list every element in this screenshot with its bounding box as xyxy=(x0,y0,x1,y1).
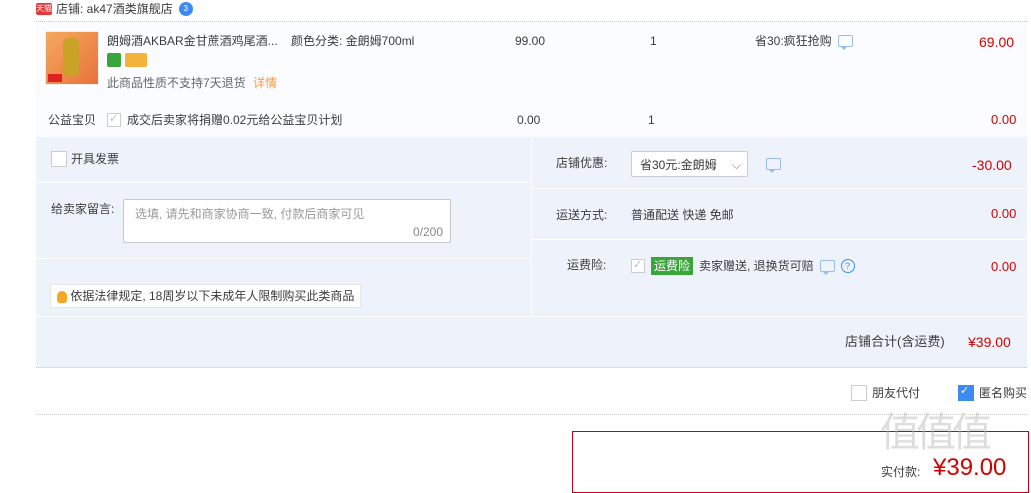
chat-icon[interactable] xyxy=(766,158,781,173)
product-price: 99.00 xyxy=(515,34,546,48)
insurance-option: 运费险 卖家赠送, 退换货可赔 ? xyxy=(631,257,855,275)
shop-total-label: 店铺合计(含运费) xyxy=(845,334,945,349)
insurance-tag: 运费险 xyxy=(651,257,694,275)
invoice-checkbox[interactable] xyxy=(51,151,67,167)
card-icon[interactable] xyxy=(125,53,147,67)
welfare-text: 成交后卖家将捐赠0.02元给公益宝贝计划 xyxy=(127,113,343,127)
promo-text: 省30:疯狂抢购 xyxy=(755,34,832,48)
insurance-checkbox xyxy=(631,257,645,273)
no-return-notice: 此商品性质不支持7天退货 详情 xyxy=(107,75,277,91)
shipping-amount: 0.00 xyxy=(991,206,1017,221)
shop-discount-select[interactable]: 省30元:金朗姆 ⌵ xyxy=(631,151,748,177)
tmall-badge: 天猫 xyxy=(36,3,52,15)
chevron-down-icon: ⌵ xyxy=(731,158,741,172)
message-label: 给卖家留言: xyxy=(51,202,115,216)
shop-discount-label: 店铺优惠: xyxy=(556,156,608,170)
divider xyxy=(36,258,531,259)
lightbulb-icon xyxy=(57,290,67,303)
product-qty: 1 xyxy=(650,34,657,48)
insurance-amount: 0.00 xyxy=(991,259,1017,274)
shop-total-amount: ¥39.00 xyxy=(968,334,1011,350)
product-promo: 省30:疯狂抢购 xyxy=(755,33,853,50)
divider xyxy=(532,239,1027,240)
pay-label: 实付款: xyxy=(881,465,921,479)
guarantee-icon[interactable] xyxy=(107,53,121,67)
pay-amount: ¥39.00 xyxy=(933,454,1007,481)
product-title[interactable]: 朗姆酒AKBAR金甘蔗酒鸡尾酒... xyxy=(107,33,282,49)
seller-message-input[interactable]: 选填, 请先和商家协商一致, 付款后商家可见 0/200 xyxy=(123,199,451,243)
product-sku: 颜色分类: 金朗姆700ml xyxy=(291,34,415,48)
help-icon[interactable]: ? xyxy=(840,259,855,273)
welfare-qty: 1 xyxy=(648,113,655,127)
anonymous-checkbox[interactable] xyxy=(958,383,974,401)
shop-name[interactable]: 店铺: ak47酒类旗舰店 xyxy=(56,1,173,17)
invoice-label[interactable]: 开具发票 xyxy=(71,151,119,167)
chat-icon[interactable] xyxy=(837,35,853,50)
separator xyxy=(36,414,1027,416)
shipping-label: 运送方式: xyxy=(556,208,608,222)
product-service-icons xyxy=(107,53,147,67)
divider xyxy=(36,182,531,183)
divider xyxy=(532,188,1027,189)
friend-pay-option[interactable]: 朋友代付 xyxy=(851,385,920,401)
welfare-subtotal: 0.00 xyxy=(991,112,1017,127)
shop-badge-dot[interactable]: 3 xyxy=(178,2,193,16)
divider xyxy=(36,316,1027,317)
product-subtotal: 69.00 xyxy=(979,34,1015,50)
chat-icon[interactable] xyxy=(819,260,835,275)
legal-notice: 依据法律规定, 18周岁以下未成年人限制购买此类商品 xyxy=(50,284,362,308)
welfare-label: 公益宝贝 xyxy=(48,113,97,127)
detail-link[interactable]: 详情 xyxy=(253,76,277,90)
welfare-price: 0.00 xyxy=(517,113,541,127)
legal-notice-text: 依据法律规定, 18周岁以下未成年人限制购买此类商品 xyxy=(70,289,355,303)
bottle-icon xyxy=(63,38,79,76)
no-return-text: 此商品性质不支持7天退货 xyxy=(107,76,246,90)
anonymous-label[interactable]: 匿名购买 xyxy=(979,385,1027,401)
invoice-option[interactable]: 开具发票 xyxy=(51,151,119,167)
message-placeholder: 选填, 请先和商家协商一致, 付款后商家可见 xyxy=(135,207,365,221)
shipping-value: 普通配送 快递 免邮 xyxy=(631,208,734,222)
welfare-option: 成交后卖家将捐赠0.02元给公益宝贝计划 xyxy=(107,111,343,128)
friend-pay-checkbox[interactable] xyxy=(851,385,867,401)
anonymous-option[interactable]: 匿名购买 xyxy=(958,383,1027,401)
friend-pay-label[interactable]: 朋友代付 xyxy=(872,385,920,401)
price-tag-icon xyxy=(48,74,62,82)
shop-discount-amount: -30.00 xyxy=(972,157,1012,173)
product-image[interactable] xyxy=(45,31,99,85)
shop-header: 天猫 店铺: ak47酒类旗舰店 3 xyxy=(36,0,193,18)
watermark-logo: 值值值 xyxy=(880,411,992,455)
insurance-label: 运费险: xyxy=(567,258,607,272)
message-counter: 0/200 xyxy=(412,225,443,239)
column-divider xyxy=(531,137,532,317)
shop-discount-selected: 省30元:金朗姆 xyxy=(640,158,717,172)
insurance-text: 卖家赠送, 退换货可赔 xyxy=(699,259,814,273)
welfare-checkbox xyxy=(107,111,121,127)
